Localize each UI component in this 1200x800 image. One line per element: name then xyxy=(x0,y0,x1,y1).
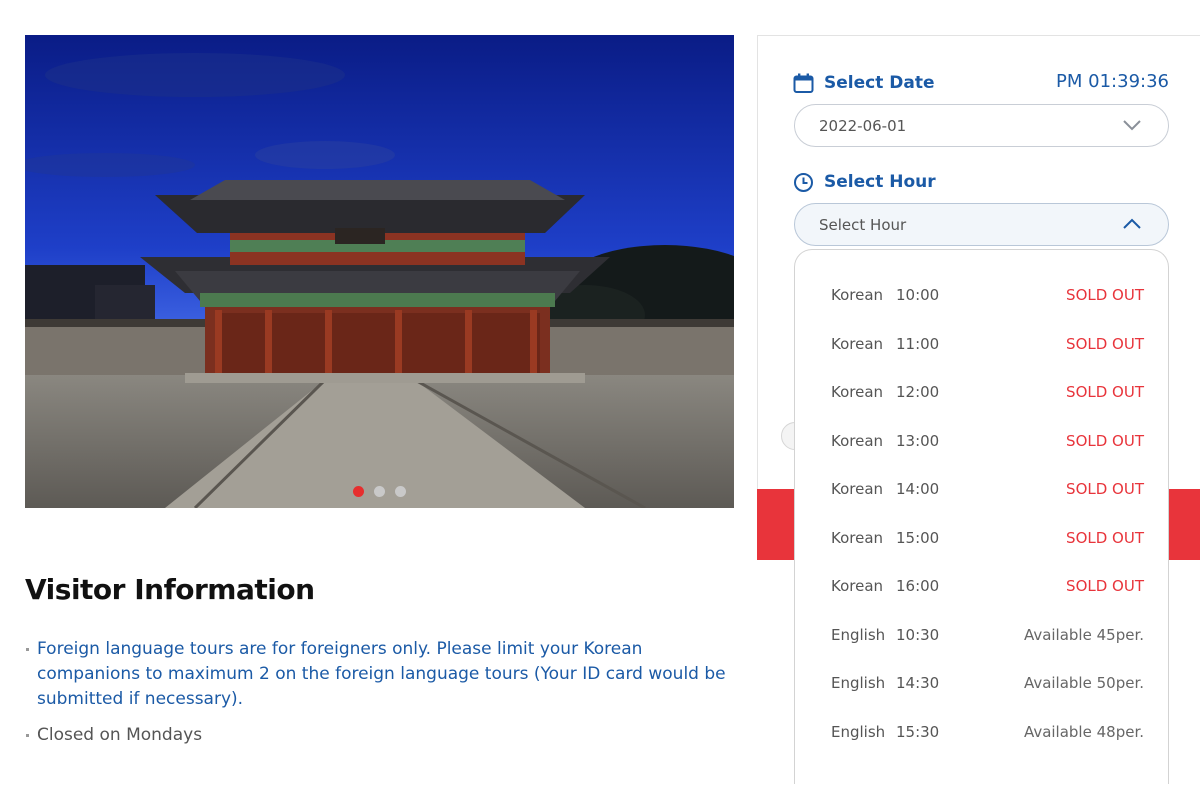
hour-option[interactable]: Korean 11:00 SOLD OUT xyxy=(795,320,1168,368)
option-language: English xyxy=(831,674,886,692)
option-language: Korean xyxy=(831,383,884,401)
hour-option[interactable]: Korean 12:00 SOLD OUT xyxy=(795,368,1168,416)
hour-option[interactable]: Korean 15:00 SOLD OUT xyxy=(795,514,1168,562)
visitor-info-item: Closed on Mondays xyxy=(25,723,735,748)
hour-option[interactable]: Korean 14:00 SOLD OUT xyxy=(795,465,1168,513)
palace-gate-illustration xyxy=(25,35,734,508)
current-time: PM 01:39:36 xyxy=(1056,71,1169,92)
option-status: Available 48per. xyxy=(1023,723,1144,741)
carousel-dot-3[interactable] xyxy=(395,486,406,497)
option-status: SOLD OUT xyxy=(1066,480,1144,498)
option-time: 14:00 xyxy=(896,480,940,498)
select-hour-label: Select Hour xyxy=(793,170,936,194)
visitor-info-item: Foreign language tours are for foreigner… xyxy=(25,637,735,712)
option-time: 13:00 xyxy=(896,432,940,450)
carousel-dots xyxy=(25,486,734,497)
visitor-info-list: Foreign language tours are for foreigner… xyxy=(25,637,735,759)
option-time: 10:30 xyxy=(896,626,940,644)
option-language: Korean xyxy=(831,529,884,547)
calendar-icon xyxy=(793,73,814,93)
hero-image xyxy=(25,35,734,508)
hour-placeholder: Select Hour xyxy=(819,215,907,234)
option-time: 16:00 xyxy=(896,577,940,595)
option-time: 14:30 xyxy=(896,674,940,692)
hour-select[interactable]: Select Hour xyxy=(794,203,1169,246)
carousel-dot-1[interactable] xyxy=(353,486,364,497)
option-status: Available 50per. xyxy=(1023,674,1144,692)
option-time: 15:00 xyxy=(896,529,940,547)
select-date-label: Select Date xyxy=(793,71,935,95)
hour-option[interactable]: Korean 16:00 SOLD OUT xyxy=(795,562,1168,610)
option-status: SOLD OUT xyxy=(1066,286,1144,304)
option-status: SOLD OUT xyxy=(1066,432,1144,450)
option-language: Korean xyxy=(831,577,884,595)
clock-icon xyxy=(794,172,813,192)
hour-option[interactable]: Korean 13:00 SOLD OUT xyxy=(795,417,1168,465)
option-language: Korean xyxy=(831,432,884,450)
option-language: Korean xyxy=(831,335,884,353)
option-time: 12:00 xyxy=(896,383,940,401)
option-time: 15:30 xyxy=(896,723,940,741)
carousel-dot-2[interactable] xyxy=(374,486,385,497)
option-language: Korean xyxy=(831,480,884,498)
option-language: English xyxy=(831,723,886,741)
option-status: SOLD OUT xyxy=(1066,577,1144,595)
option-status: SOLD OUT xyxy=(1066,335,1144,353)
hour-dropdown-list: Korean 10:00 SOLD OUT Korean 11:00 SOLD … xyxy=(794,249,1169,784)
chevron-down-icon xyxy=(1123,120,1141,131)
option-status: SOLD OUT xyxy=(1066,383,1144,401)
hour-option[interactable]: English 15:30 Available 48per. xyxy=(795,708,1168,756)
option-status: SOLD OUT xyxy=(1066,529,1144,547)
option-status: Available 45per. xyxy=(1023,626,1144,644)
select-date-text: Select Date xyxy=(824,73,935,93)
option-language: English xyxy=(831,626,886,644)
option-time: 11:00 xyxy=(896,335,940,353)
hour-option[interactable]: English 14:30 Available 50per. xyxy=(795,659,1168,707)
hour-option[interactable]: Korean 10:00 SOLD OUT xyxy=(795,271,1168,319)
option-time: 10:00 xyxy=(896,286,940,304)
select-hour-text: Select Hour xyxy=(824,172,936,192)
visitor-info-title: Visitor Information xyxy=(25,573,315,606)
date-select[interactable]: 2022-06-01 xyxy=(794,104,1169,147)
chevron-up-icon xyxy=(1123,218,1141,229)
date-value: 2022-06-01 xyxy=(819,116,907,135)
option-language: Korean xyxy=(831,286,884,304)
hour-option[interactable]: English 10:30 Available 45per. xyxy=(795,611,1168,659)
